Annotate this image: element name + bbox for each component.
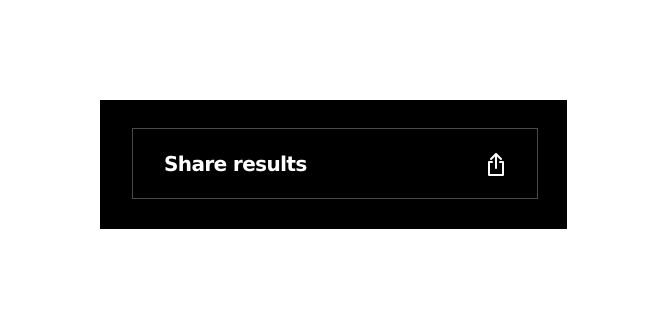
share-panel: Share results (100, 100, 567, 229)
share-icon (485, 151, 507, 177)
share-results-button[interactable]: Share results (132, 128, 538, 199)
share-results-label: Share results (164, 151, 307, 176)
page: Share results (0, 0, 667, 329)
